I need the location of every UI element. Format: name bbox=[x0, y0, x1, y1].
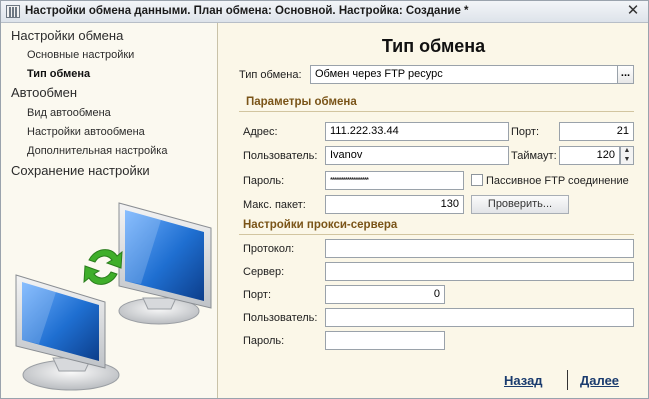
proxy-user-label: Пользователь: bbox=[243, 312, 318, 324]
next-button[interactable]: Далее bbox=[580, 373, 619, 388]
proxy-user-input[interactable] bbox=[325, 308, 634, 327]
password-label: Пароль: bbox=[243, 175, 285, 187]
sidebar-item-exchange-type[interactable]: Тип обмена bbox=[27, 68, 90, 80]
footer-divider bbox=[567, 370, 568, 390]
sidebar-item-autoexchange-kind[interactable]: Вид автообмена bbox=[27, 107, 111, 119]
port-label: Порт: bbox=[511, 126, 539, 138]
exchange-type-field[interactable]: Обмен через FTP ресурс bbox=[310, 65, 618, 84]
proxy-port-label: Порт: bbox=[243, 289, 271, 301]
timeout-label: Таймаут: bbox=[511, 150, 557, 162]
max-packet-label: Макс. пакет: bbox=[243, 199, 306, 211]
sidebar-item-basic-settings[interactable]: Основные настройки bbox=[27, 49, 134, 61]
proxy-section-header: Настройки прокси-сервера bbox=[243, 219, 398, 231]
sidebar-item-save-settings[interactable]: Сохранение настройки bbox=[11, 163, 150, 178]
proxy-protocol-input[interactable] bbox=[325, 239, 634, 258]
address-label: Адрес: bbox=[243, 126, 278, 138]
exchange-type-label: Тип обмена: bbox=[239, 69, 302, 81]
sidebar-item-autoexchange[interactable]: Автообмен bbox=[11, 85, 77, 100]
proxy-password-label: Пароль: bbox=[243, 335, 285, 347]
title-bar: Настройки обмена данными. План обмена: О… bbox=[1, 1, 648, 23]
two-monitors-sync-icon bbox=[15, 202, 212, 391]
password-input[interactable]: ****************** bbox=[325, 171, 464, 190]
proxy-section-divider bbox=[239, 234, 634, 235]
address-input[interactable]: 111.222.33.44 bbox=[325, 122, 509, 141]
form-icon bbox=[6, 5, 20, 18]
main-panel: Тип обмена Тип обмена: Обмен через FTP р… bbox=[219, 23, 648, 398]
passive-ftp-checkbox[interactable] bbox=[471, 174, 483, 186]
sidebar: Настройки обмена Основные настройки Тип … bbox=[1, 23, 218, 398]
window-title: Настройки обмена данными. План обмена: О… bbox=[25, 5, 469, 17]
proxy-server-input[interactable] bbox=[325, 262, 634, 281]
user-input[interactable]: Ivanov bbox=[325, 146, 509, 165]
params-section-header: Параметры обмена bbox=[246, 96, 357, 108]
timeout-input[interactable]: 120 bbox=[559, 146, 620, 165]
proxy-protocol-label: Протокол: bbox=[243, 243, 295, 255]
user-label: Пользователь: bbox=[243, 150, 318, 162]
sidebar-item-exchange-settings[interactable]: Настройки обмена bbox=[11, 28, 123, 43]
stepper-up-icon[interactable]: ▲ bbox=[621, 147, 633, 155]
back-button[interactable]: Назад bbox=[504, 373, 543, 388]
exchange-type-select-button[interactable]: ... bbox=[617, 65, 634, 84]
passive-ftp-label: Пассивное FTP соединение bbox=[486, 175, 629, 187]
close-icon[interactable]: ✕ bbox=[624, 2, 642, 20]
proxy-password-input[interactable] bbox=[325, 331, 445, 350]
settings-window: Настройки обмена данными. План обмена: О… bbox=[0, 0, 649, 399]
sidebar-item-additional-settings[interactable]: Дополнительная настройка bbox=[27, 145, 167, 157]
sidebar-item-autoexchange-settings[interactable]: Настройки автообмена bbox=[27, 126, 145, 138]
max-packet-input[interactable]: 130 bbox=[325, 195, 464, 214]
check-connection-button[interactable]: Проверить... bbox=[471, 195, 569, 214]
proxy-server-label: Сервер: bbox=[243, 266, 285, 278]
params-section-divider bbox=[239, 111, 634, 112]
port-input[interactable]: 21 bbox=[559, 122, 634, 141]
timeout-stepper[interactable]: ▲ ▼ bbox=[620, 146, 634, 165]
proxy-port-input[interactable]: 0 bbox=[325, 285, 445, 304]
page-title: Тип обмена bbox=[381, 36, 486, 56]
stepper-down-icon[interactable]: ▼ bbox=[621, 156, 633, 164]
